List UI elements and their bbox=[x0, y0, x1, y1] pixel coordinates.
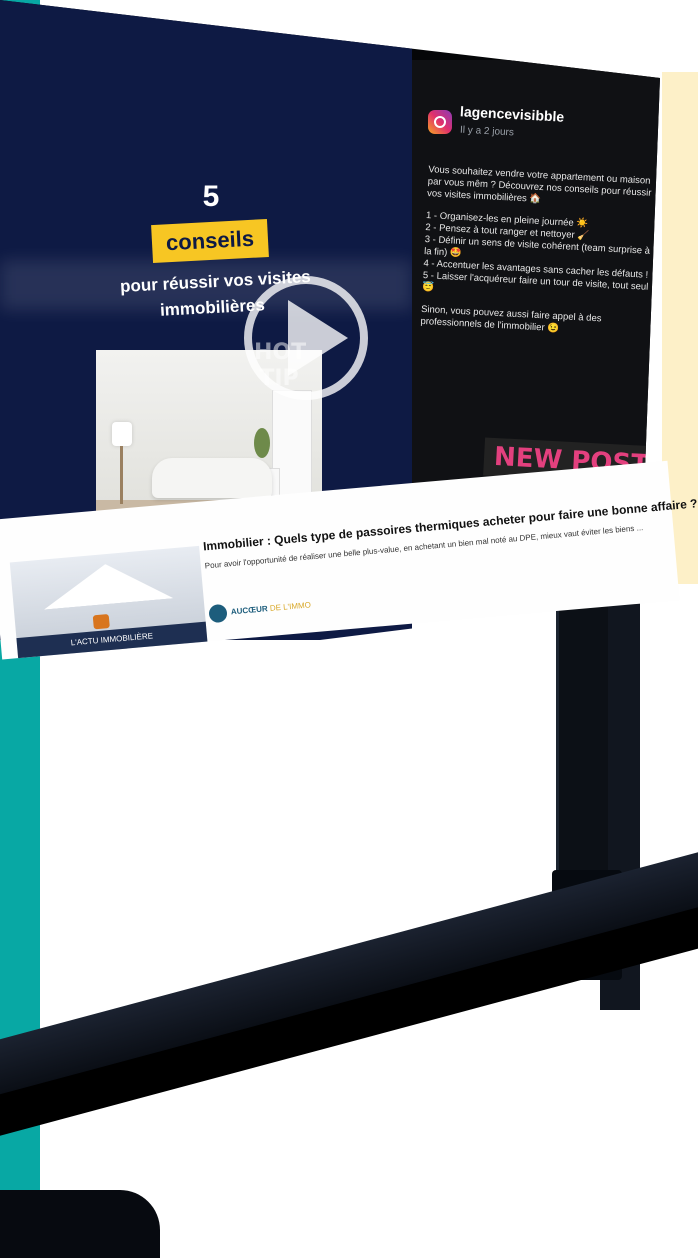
video-badge: conseils bbox=[151, 218, 269, 264]
brand-name: AUCŒUR bbox=[230, 604, 269, 617]
article-brand: AUCŒUR DE L'IMMO bbox=[231, 600, 312, 616]
sofa-icon bbox=[152, 458, 272, 498]
lamp-icon bbox=[112, 422, 132, 446]
article-image-label: L'ACTU IMMOBILIÈRE bbox=[16, 621, 208, 659]
instagram-icon bbox=[428, 110, 452, 134]
attic-roof bbox=[41, 558, 174, 609]
caption-tips: 1 - Organisez-les en pleine journée ☀️ 2… bbox=[422, 210, 656, 306]
article-image: L'ACTU IMMOBILIÈRE bbox=[9, 545, 208, 659]
video-number: 5 bbox=[202, 180, 220, 213]
play-icon[interactable] bbox=[288, 300, 348, 376]
caption-outro: Sinon, vous pouvez aussi faire appel à d… bbox=[420, 303, 602, 335]
display-monitor: 5 conseils pour réussir vos visites immo… bbox=[0, 0, 698, 1258]
fireplace-icon bbox=[92, 614, 110, 630]
monitor-base-corner bbox=[0, 1190, 160, 1258]
lamp-stand bbox=[120, 446, 123, 504]
brand-suffix: DE L'IMMO bbox=[269, 600, 312, 613]
instagram-caption: Vous souhaitez vendre votre appartement … bbox=[420, 164, 659, 350]
brand-logo-icon bbox=[208, 603, 228, 624]
plant-icon bbox=[254, 428, 270, 458]
